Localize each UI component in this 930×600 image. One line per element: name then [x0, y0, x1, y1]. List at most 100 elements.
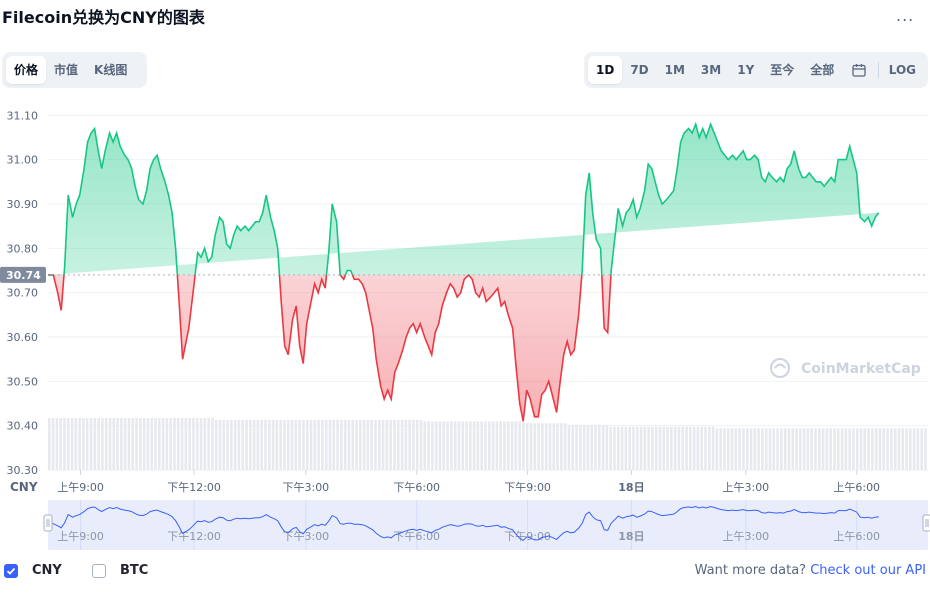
volume-bar	[571, 424, 575, 470]
volume-bar	[567, 424, 571, 470]
navigator-left-handle[interactable]	[43, 514, 53, 532]
volume-bar	[74, 418, 78, 470]
range-1d[interactable]: 1D	[588, 56, 623, 84]
volume-bar	[127, 418, 131, 470]
volume-bar	[802, 428, 806, 470]
volume-bar	[51, 418, 55, 470]
volume-bar	[924, 428, 927, 470]
calendar-icon[interactable]	[842, 56, 876, 84]
volume-bar	[575, 424, 578, 470]
log-toggle[interactable]: LOG	[881, 56, 924, 84]
volume-bar	[749, 428, 753, 470]
volume-bar	[852, 428, 855, 470]
range-toggle: 1D 7D 1M 3M 1Y 至今 全部 LOG	[584, 52, 928, 88]
volume-bar	[419, 419, 423, 470]
volume-bar	[863, 428, 867, 470]
cny-checkbox[interactable]	[4, 563, 18, 578]
volume-bar	[499, 421, 502, 470]
volume-bar	[514, 421, 518, 470]
legend-cny[interactable]: CNY	[4, 563, 62, 578]
volume-bar	[643, 426, 647, 470]
y-tick-label: 30.90	[7, 198, 39, 211]
tab-market-cap[interactable]: 市值	[46, 56, 86, 84]
x-tick-label: 上午6:00	[833, 481, 880, 494]
tab-price[interactable]: 价格	[6, 56, 47, 84]
legend-btc[interactable]: BTC	[92, 563, 148, 578]
volume-bar	[768, 428, 772, 470]
x-tick-label: 上午3:00	[722, 481, 769, 494]
volume-bar	[818, 428, 821, 470]
volume-bar	[692, 426, 696, 470]
navigator-tick-label: 下午9:00	[504, 530, 551, 543]
volume-bar	[639, 426, 643, 470]
api-promo-text: Want more data?	[694, 563, 807, 578]
x-axis: 上午9:00 下午12:00 下午3:00 下午6:00 下午9:00 18日 上午3:00…	[57, 470, 880, 494]
volume-bar	[214, 419, 218, 470]
volume-bar	[328, 419, 332, 470]
volume-bar	[840, 428, 844, 470]
volume-bar	[783, 428, 787, 470]
volume-bar	[890, 428, 893, 470]
tab-kline[interactable]: K线图	[86, 56, 135, 84]
volume-bar	[544, 423, 548, 470]
volume-bar	[317, 419, 320, 470]
volume-bar	[495, 421, 499, 470]
volume-bar	[393, 419, 396, 470]
volume-bar	[450, 421, 453, 470]
volume-bar	[901, 428, 905, 470]
range-1y[interactable]: 1Y	[729, 56, 762, 84]
volume-bar	[275, 419, 279, 470]
volume-bar	[165, 418, 169, 470]
range-7d[interactable]: 7D	[622, 56, 656, 84]
volume-bar	[104, 418, 108, 470]
volume-bar	[55, 418, 59, 470]
watermark: CoinMarketCap	[770, 358, 921, 378]
range-1m[interactable]: 1M	[657, 56, 693, 84]
volume-bar	[787, 428, 791, 470]
baseline-label: 30.74	[0, 266, 46, 283]
currency-axis-label: CNY	[10, 480, 38, 494]
volume-bar	[139, 418, 142, 470]
volume-bar	[905, 428, 908, 470]
volume-bar	[510, 421, 514, 470]
volume-bar	[518, 421, 521, 470]
view-toggle: 价格 市值 K线图	[2, 52, 147, 88]
api-link[interactable]: Check out our API	[810, 563, 926, 578]
volume-bar	[93, 418, 97, 470]
volume-bar	[681, 426, 685, 470]
volume-bar	[833, 428, 836, 470]
volume-bar	[605, 424, 609, 470]
volume-bar	[761, 428, 764, 470]
svg-text:30.74: 30.74	[6, 269, 41, 282]
price-chart[interactable]: CoinMarketCap 31.1031.0030.9030.8030.703…	[0, 96, 930, 554]
y-tick-label: 30.40	[7, 420, 39, 433]
volume-bar	[537, 423, 540, 470]
volume-bar	[867, 428, 870, 470]
volume-bar	[700, 426, 704, 470]
btc-checkbox[interactable]	[92, 563, 106, 578]
volume-bar	[829, 428, 832, 470]
volume-bar	[108, 418, 112, 470]
volume-bar	[89, 418, 93, 470]
volume-bar	[525, 423, 529, 470]
range-3m[interactable]: 3M	[693, 56, 729, 84]
volume-bar	[620, 426, 624, 470]
range-navigator[interactable]: 上午9:00 下午12:00 下午3:00 下午6:00 下午9:00 18日 上午3:00…	[43, 500, 930, 550]
volume-bar	[677, 426, 681, 470]
x-tick-label: 下午6:00	[393, 481, 440, 494]
volume-bar	[609, 426, 612, 470]
volume-bar	[116, 418, 119, 470]
volume-bar	[408, 419, 411, 470]
volume-bar	[844, 428, 848, 470]
range-ytd[interactable]: 至今	[762, 56, 802, 84]
range-all[interactable]: 全部	[802, 56, 842, 84]
volume-bar	[226, 419, 229, 470]
volume-bar	[635, 426, 639, 470]
volume-bar	[324, 419, 328, 470]
more-options-icon[interactable]: ...	[896, 6, 914, 25]
volume-bar	[874, 428, 878, 470]
navigator-right-handle[interactable]	[922, 514, 930, 532]
volume-bar	[647, 426, 650, 470]
volume-bar	[120, 418, 123, 470]
volume-bar	[446, 421, 449, 470]
